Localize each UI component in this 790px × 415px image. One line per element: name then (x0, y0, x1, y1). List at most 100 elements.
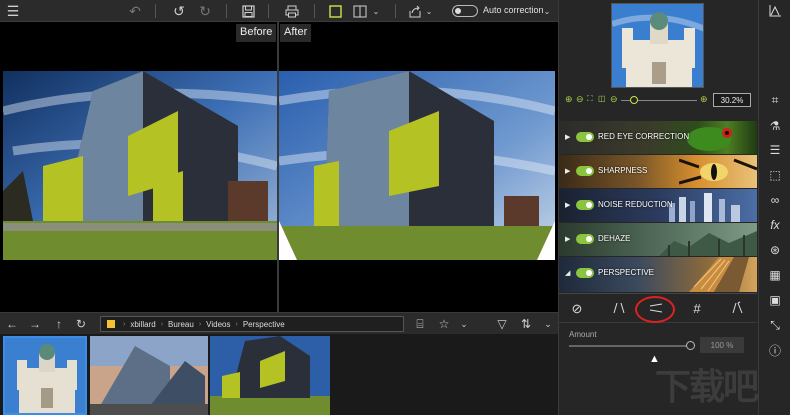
collapse-arrow-icon[interactable]: ◢ (565, 269, 570, 277)
zoom-controls: ⊕ ⊖ ⛶ ◫ ⊖ ⊕ 30.2% (565, 93, 755, 108)
thumbnail-glass-building[interactable] (90, 336, 208, 415)
after-button[interactable]: After (280, 24, 312, 42)
before-button[interactable]: Before (236, 24, 277, 42)
amount-value-field[interactable]: 100 % (700, 337, 744, 353)
toolbar-divider (268, 4, 269, 18)
filmstrip (0, 334, 558, 415)
effect-sharpness[interactable]: ▶ SHARPNESS (559, 155, 757, 188)
chevron-down-icon[interactable]: ⌄ (542, 2, 552, 20)
filter-icon[interactable]: ▽ (494, 316, 510, 332)
share-icon[interactable] (406, 2, 424, 20)
star-icon[interactable]: ☆ (436, 316, 452, 332)
effect-toggle[interactable] (576, 132, 594, 142)
refresh-icon[interactable]: ↻ (73, 316, 89, 332)
expand-arrow-icon[interactable]: ▶ (565, 201, 570, 209)
expand-arrow-icon[interactable]: ▶ (565, 235, 570, 243)
image-viewer (0, 22, 558, 312)
auto-correction-label: Auto correction (483, 5, 544, 15)
transform-icon[interactable]: ⤡ (765, 316, 785, 334)
sort-icon[interactable]: ⇅ (518, 316, 534, 332)
amount-slider-knob[interactable] (686, 341, 695, 350)
split-view-icon[interactable] (351, 2, 369, 20)
expand-arrow-icon[interactable]: ▶ (565, 133, 570, 141)
chevron-down-icon[interactable]: ⌄ (456, 316, 472, 332)
breadcrumb[interactable]: › xbillard › Bureau › Videos › Perspecti… (100, 316, 404, 332)
print-icon[interactable] (282, 2, 302, 20)
effect-label: PERSPECTIVE (598, 268, 655, 277)
actual-size-icon[interactable]: ◫ (598, 94, 606, 103)
sliders-icon[interactable]: ☰ (765, 141, 785, 159)
effect-label: SHARPNESS (598, 166, 648, 175)
zoom-slider-knob[interactable] (630, 96, 638, 104)
histogram-icon[interactable] (765, 4, 785, 22)
breadcrumb-item[interactable]: xbillard (125, 320, 160, 329)
zoom-out-small-icon[interactable]: ⊖ (610, 94, 618, 105)
effect-label: NOISE REDUCTION (598, 200, 673, 209)
toolbar-divider (314, 4, 315, 18)
up-arrow-icon[interactable]: ↑ (51, 316, 67, 332)
before-image (3, 71, 277, 260)
breadcrumb-item[interactable]: Videos (201, 320, 235, 329)
four-point-perspective-icon[interactable] (727, 301, 747, 317)
effect-toggle[interactable] (576, 166, 594, 176)
amount-label: Amount (569, 330, 597, 339)
glasses-icon[interactable]: ∞ (765, 191, 785, 209)
breadcrumb-item[interactable]: Bureau (163, 320, 199, 329)
flask-icon[interactable]: ⚗ (765, 117, 785, 135)
zoom-value-field[interactable]: 30.2% (713, 93, 751, 107)
zoom-in-large-icon[interactable]: ⊕ (700, 94, 708, 105)
save-icon[interactable] (239, 2, 257, 20)
effect-toggle[interactable] (576, 200, 594, 210)
auto-correction-toggle[interactable] (452, 5, 478, 17)
fit-to-screen-icon[interactable]: ⛶ (587, 94, 593, 104)
toolbar-divider (395, 4, 396, 18)
zoom-out-icon[interactable]: ⊖ (576, 94, 584, 105)
expand-arrow-icon[interactable]: ▶ (565, 167, 570, 175)
toolbar-divider (155, 4, 156, 18)
single-view-icon[interactable] (326, 2, 344, 20)
after-image (279, 71, 555, 260)
effect-toggle[interactable] (576, 234, 594, 244)
breadcrumb-item[interactable]: Perspective (238, 320, 290, 329)
highlight-circle (635, 296, 675, 323)
watermark-logo: 下载吧 (655, 366, 759, 407)
amount-slider[interactable] (569, 345, 689, 347)
color-wheel-icon[interactable]: ⊛ (765, 241, 785, 259)
thumbnail-perspective[interactable] (210, 336, 330, 415)
toolbar-divider (226, 4, 227, 18)
navigator-preview[interactable] (611, 3, 704, 88)
effect-noise-reduction[interactable]: ▶ NOISE REDUCTION (559, 189, 757, 222)
reset-icon[interactable]: ⊘ (567, 301, 587, 317)
hamburger-menu-icon[interactable]: ☰ (4, 2, 22, 20)
undo-all-icon[interactable]: ↶ (126, 2, 144, 20)
selection-icon[interactable]: ⬚ (765, 166, 785, 184)
chevron-down-icon[interactable]: ⌄ (424, 2, 434, 20)
before-after-divider[interactable] (277, 22, 279, 312)
chevron-down-icon[interactable]: ⌄ (371, 2, 381, 20)
perspective-tools: ⊘ # (559, 293, 757, 323)
crop-icon[interactable]: ⌗ (765, 91, 785, 109)
effect-red-eye-correction[interactable]: ▶ RED EYE CORRECTION (559, 121, 757, 154)
effect-perspective[interactable]: ◢ PERSPECTIVE (559, 257, 757, 292)
redo-icon[interactable]: ↻ (196, 2, 214, 20)
effect-toggle[interactable] (576, 268, 594, 278)
vertical-perspective-icon[interactable] (609, 301, 629, 317)
thumbnail-basilica[interactable] (3, 336, 87, 415)
effect-dehaze[interactable]: ▶ DEHAZE (559, 223, 757, 256)
grid-icon[interactable]: # (687, 301, 707, 317)
frame-icon[interactable]: ▣ (765, 291, 785, 309)
chevron-down-icon[interactable]: ⌄ (540, 316, 556, 332)
back-arrow-icon[interactable]: ← (4, 316, 20, 332)
open-folder-icon[interactable]: ⌸ (412, 316, 428, 332)
info-icon[interactable]: ⓘ (765, 342, 785, 360)
zoom-in-icon[interactable]: ⊕ (565, 94, 573, 105)
tool-sidebar: ⌗ ⚗ ☰ ⬚ ∞ fx ⊛ ▦ ▣ ⤡ ⓘ (758, 0, 790, 415)
folder-icon (107, 320, 115, 328)
adjustments-panel: ⊕ ⊖ ⛶ ◫ ⊖ ⊕ 30.2% ▶ RED EYE CORRECTION ▶… (558, 0, 758, 415)
effect-label: RED EYE CORRECTION (598, 132, 690, 141)
main-toolbar: ☰ ↶ ↺ ↻ ⌄ ⌄ Auto correction ⌄ (0, 0, 558, 22)
forward-arrow-icon[interactable]: → (27, 316, 43, 332)
fx-icon[interactable]: fx (765, 216, 785, 234)
texture-grid-icon[interactable]: ▦ (765, 266, 785, 284)
undo-icon[interactable]: ↺ (170, 2, 188, 20)
